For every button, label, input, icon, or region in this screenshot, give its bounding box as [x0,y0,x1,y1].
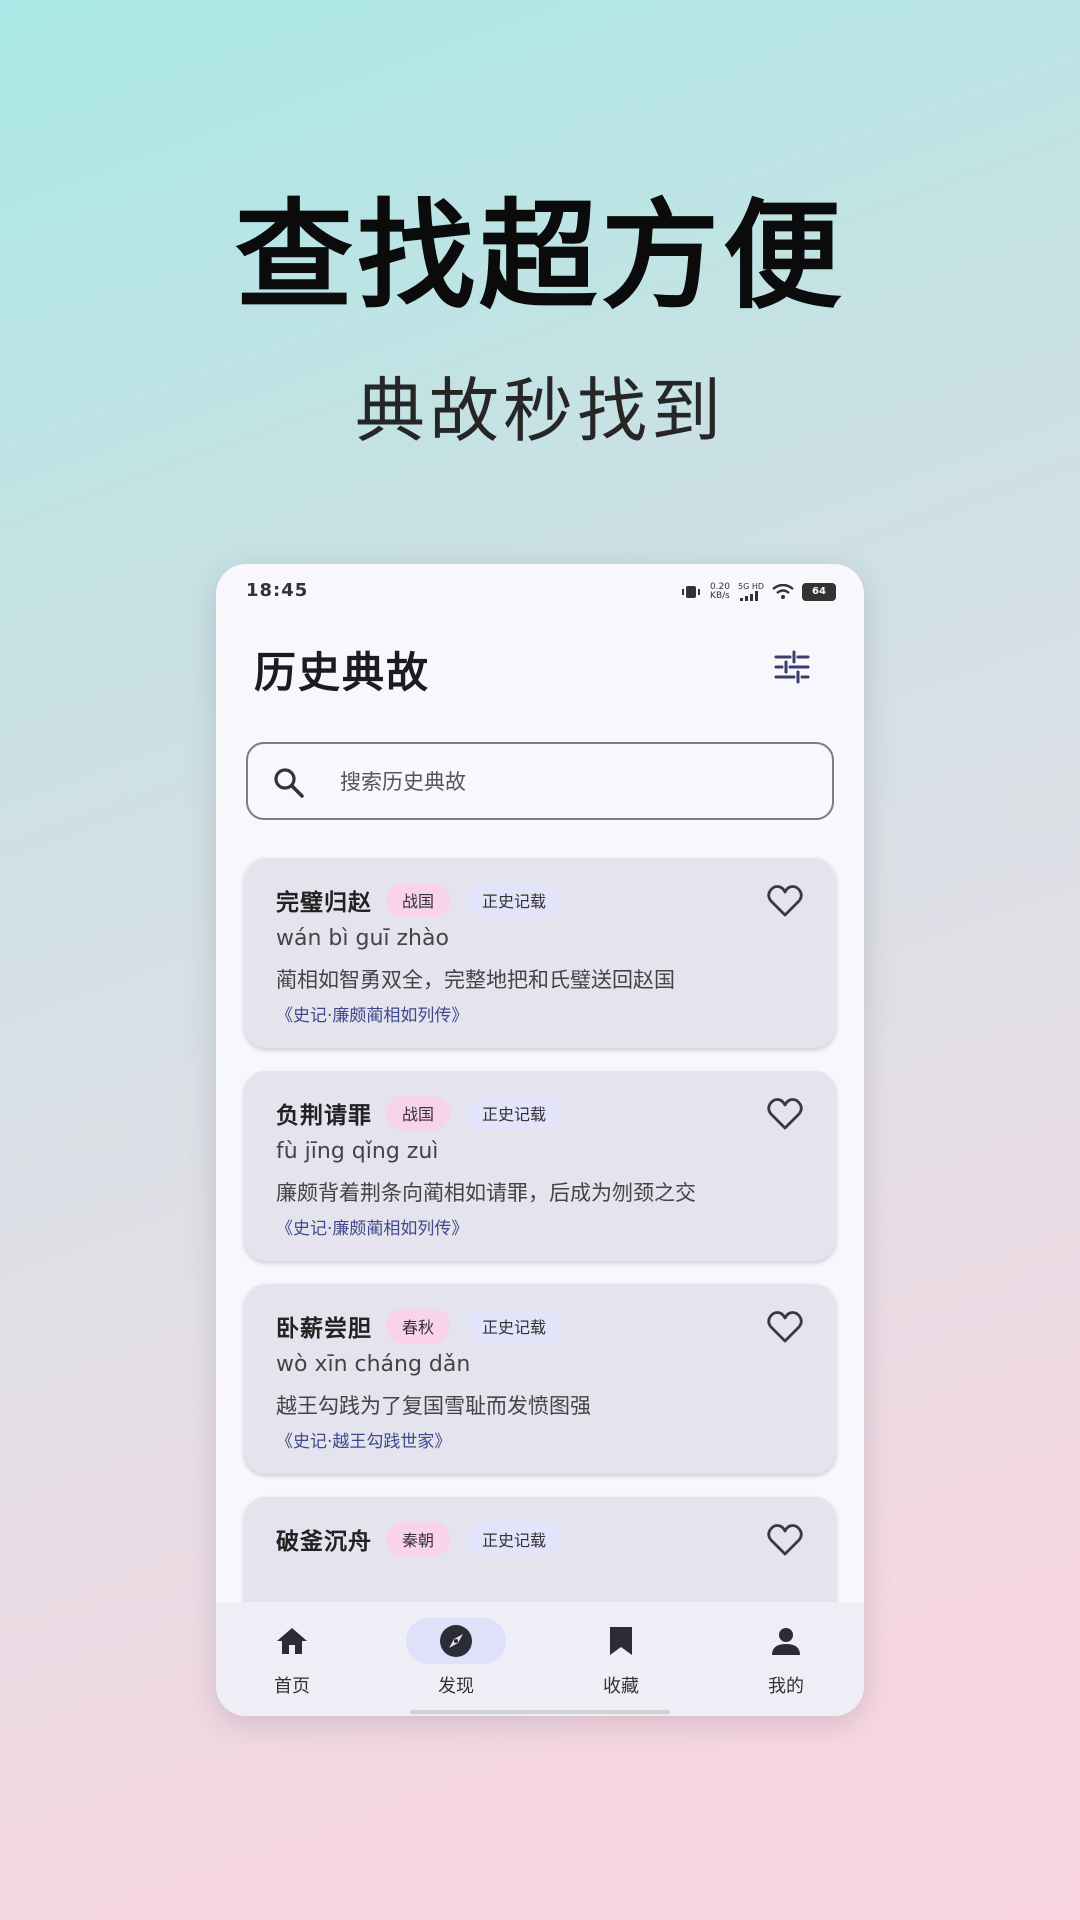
home-indicator [410,1710,670,1714]
nav-discover[interactable]: 发现 [406,1618,506,1698]
page-title: 历史典故 [254,648,431,697]
source-type-tag: 正史记载 [466,1096,563,1130]
era-tag: 秦朝 [386,1522,451,1556]
card-source: 《史记·廉颇蔺相如列传》 [276,1006,469,1026]
idiom-card[interactable]: 负荆请罪 战国 正史记载 fù jīng qǐng zuì 廉颇背着荆条向蔺相如… [244,1071,836,1261]
net-speed: 0.20 KB/s [709,581,730,601]
card-source: 《史记·越王勾践世家》 [276,1432,452,1452]
status-time: 18:45 [246,580,309,601]
card-pinyin: wán bì guī zhào [276,926,449,951]
wifi-icon [772,583,794,599]
card-title: 卧薪尝胆 [276,1316,372,1342]
card-pinyin: wò xīn cháng dǎn [276,1352,471,1377]
card-title: 负荆请罪 [276,1103,372,1129]
card-title: 破釜沉舟 [276,1529,372,1555]
promo-title: 查找超方便 [234,187,845,325]
era-tag: 春秋 [386,1309,451,1343]
network-type: 5G HD [737,582,764,591]
favorite-heart-icon[interactable] [766,1097,804,1131]
cell-signal: 5G HD [738,582,764,601]
favorite-heart-icon[interactable] [766,1310,804,1344]
search-input[interactable] [338,758,812,806]
status-icons: 0.20 KB/s 5G HD 64 [680,582,836,601]
source-type-tag: 正史记载 [466,883,563,917]
card-description: 蔺相如智勇双全，完整地把和氏璧送回赵国 [276,968,675,992]
card-title: 完璧归赵 [276,890,372,916]
nav-home-label: 首页 [274,1676,310,1697]
search-bar[interactable] [246,742,834,820]
tune-icon [774,650,810,684]
vibrate-icon [681,585,700,598]
bookmark-icon [610,1627,632,1655]
idiom-list: 完璧归赵 战国 正史记载 wán bì guī zhào 蔺相如智勇双全，完整地… [244,858,836,1682]
nav-discover-label: 发现 [438,1676,474,1697]
bottom-navigation: 首页 发现 收藏 我的 [216,1602,864,1716]
filter-button[interactable] [772,650,812,684]
search-icon [274,768,304,798]
card-description: 廉颇背着荆条向蔺相如请罪，后成为刎颈之交 [276,1181,696,1205]
idiom-card[interactable]: 卧薪尝胆 春秋 正史记载 wò xīn cháng dǎn 越王勾践为了复国雪耻… [244,1284,836,1474]
era-tag: 战国 [386,883,451,917]
nav-mine-label: 我的 [768,1676,804,1697]
era-tag: 战国 [386,1096,451,1130]
favorite-heart-icon[interactable] [766,1523,804,1557]
person-icon [772,1628,800,1655]
favorite-heart-icon[interactable] [766,884,804,918]
nav-favorites-label: 收藏 [603,1676,639,1697]
source-type-tag: 正史记载 [466,1309,563,1343]
idiom-card[interactable]: 完璧归赵 战国 正史记载 wán bì guī zhào 蔺相如智勇双全，完整地… [244,858,836,1048]
nav-home[interactable]: 首页 [242,1618,342,1698]
promo-subtitle: 典故秒找到 [355,370,725,452]
home-icon [277,1628,307,1654]
card-pinyin: fù jīng qǐng zuì [276,1139,439,1164]
phone-screen: 18:45 0.20 KB/s 5G HD 64 历史典故 搜索历史典故 完璧归… [216,564,864,1716]
battery-icon: 64 [802,582,836,601]
signal-icon [739,591,758,601]
nav-mine[interactable]: 我的 [736,1618,836,1698]
source-type-tag: 正史记载 [466,1522,563,1556]
compass-icon [440,1625,472,1657]
status-bar: 18:45 0.20 KB/s 5G HD 64 [246,576,836,606]
card-description: 越王勾践为了复国雪耻而发愤图强 [276,1394,591,1418]
nav-favorites[interactable]: 收藏 [571,1618,671,1698]
card-source: 《史记·廉颇蔺相如列传》 [276,1219,469,1239]
